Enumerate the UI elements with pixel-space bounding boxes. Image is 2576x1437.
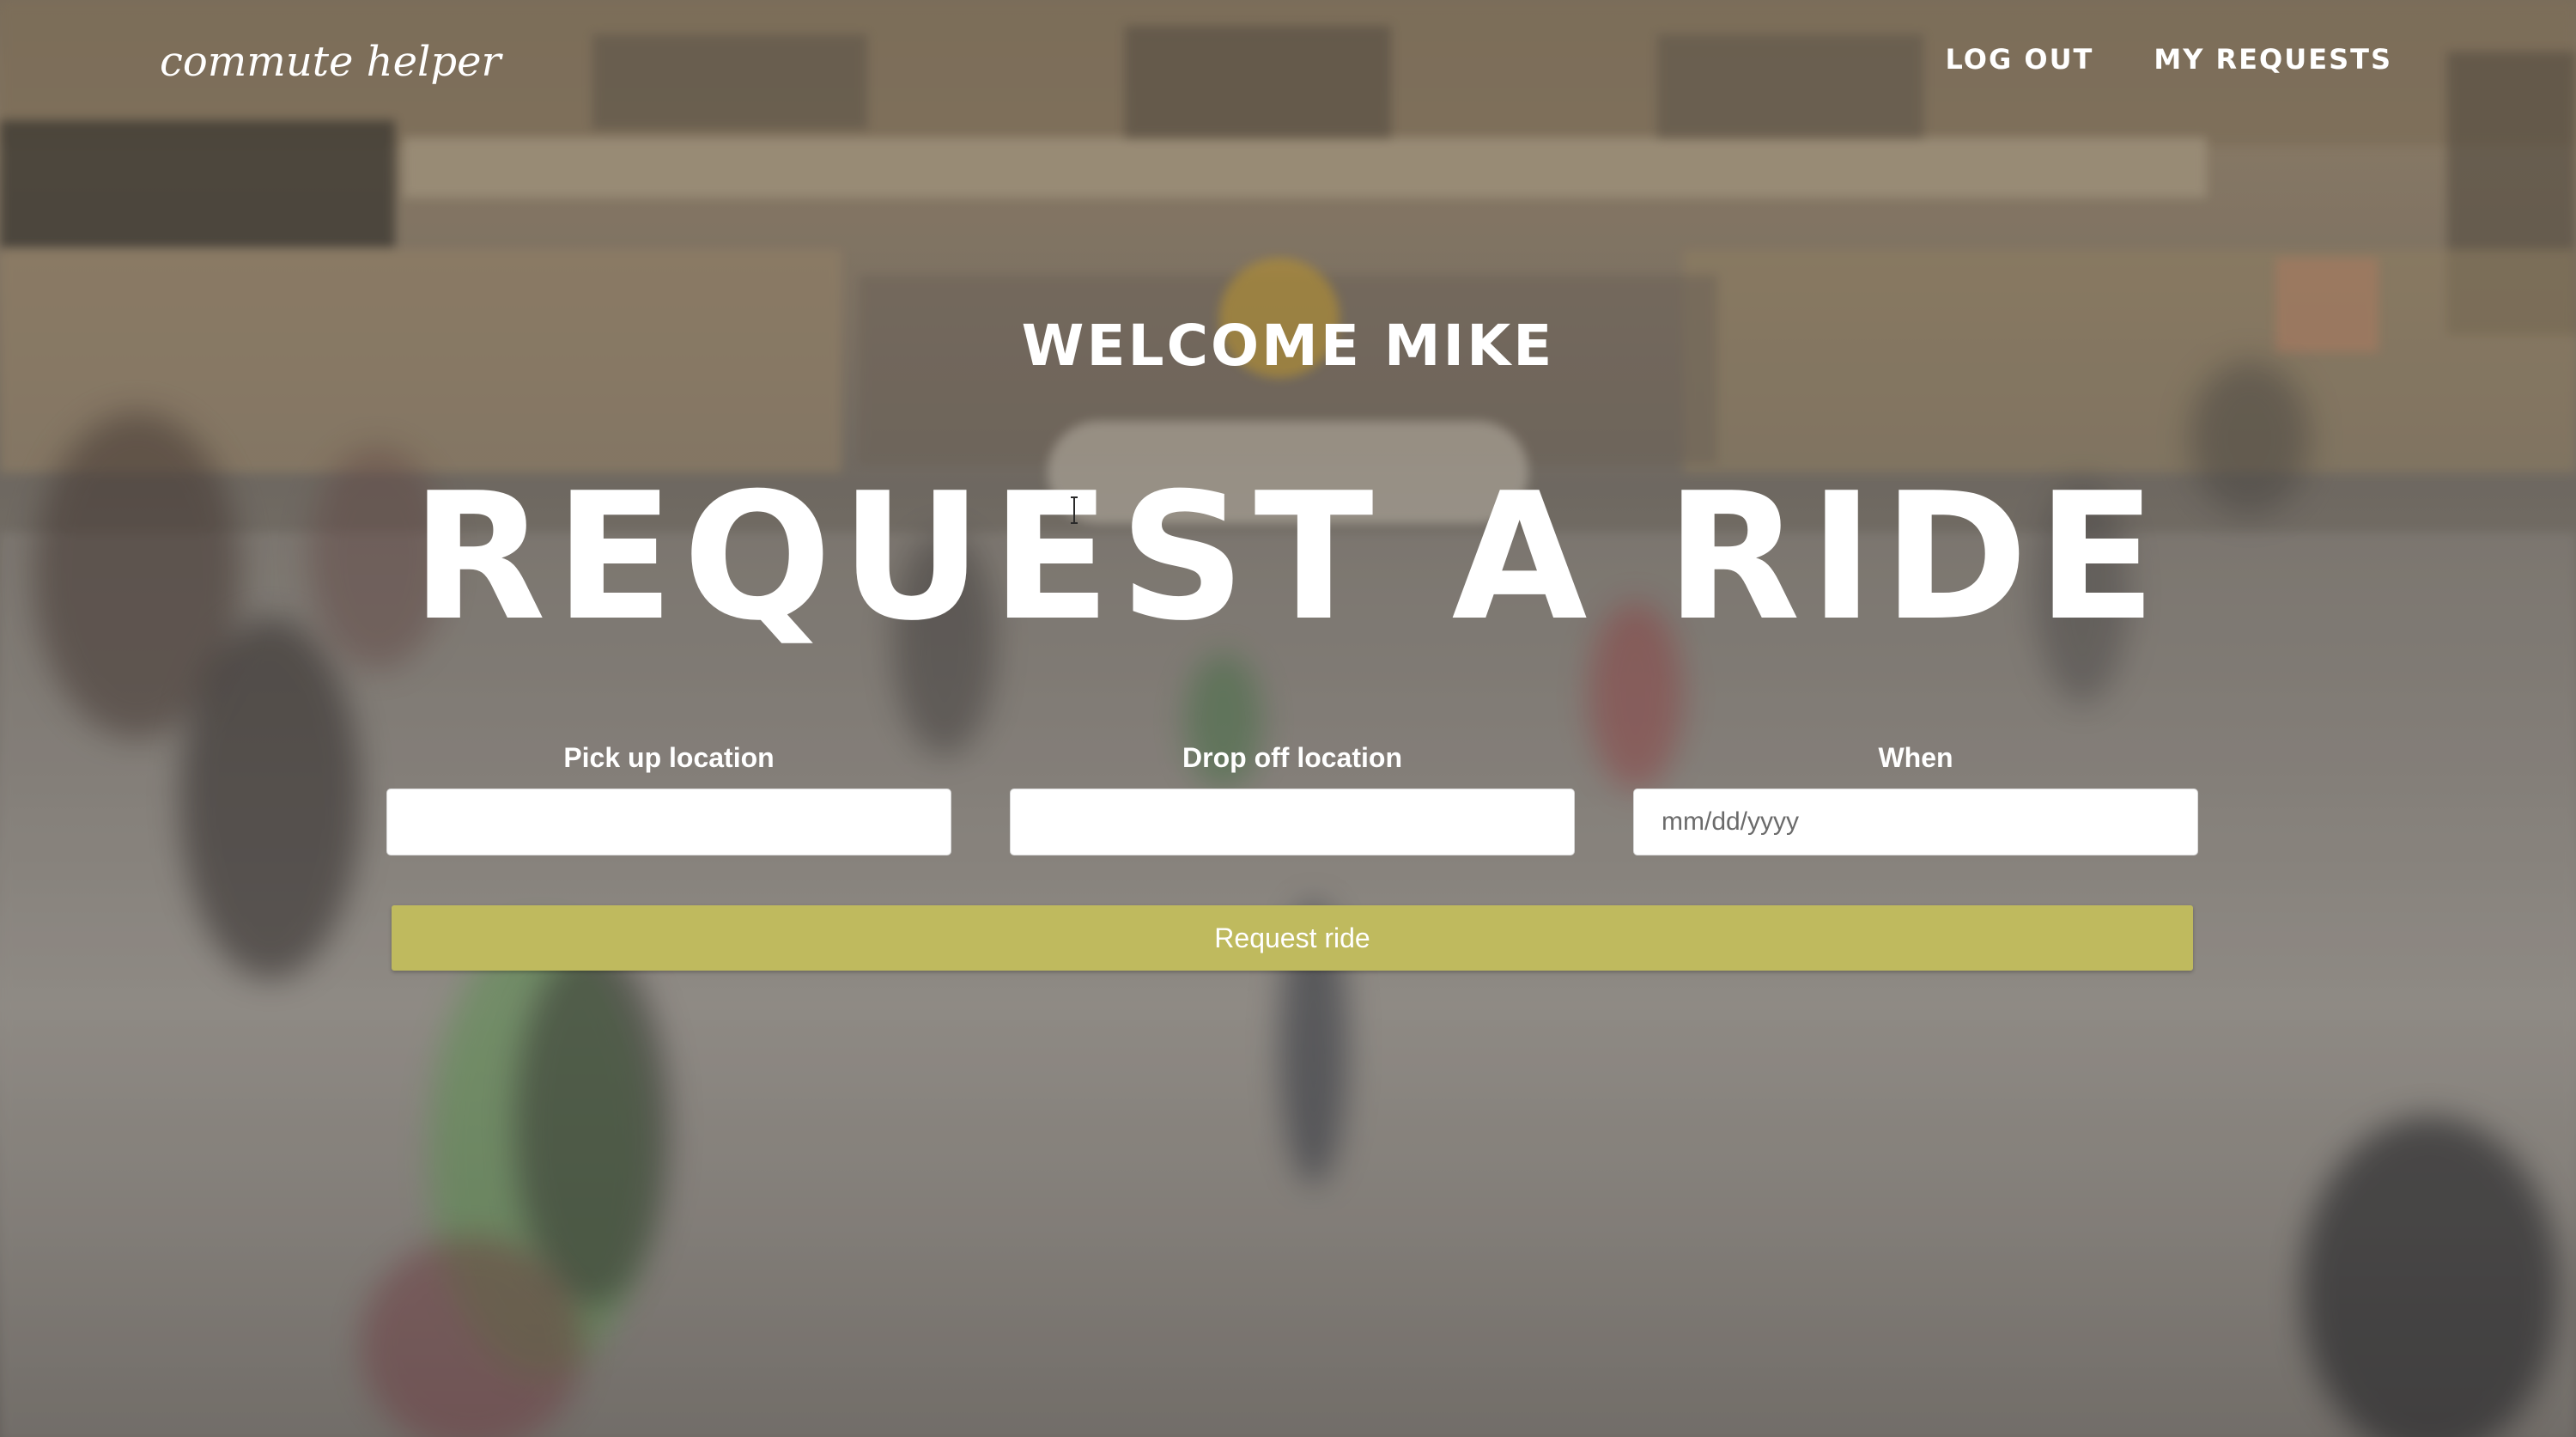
ride-request-form: Pick up location Drop off location When … xyxy=(386,740,2198,971)
request-ride-button[interactable]: Request ride xyxy=(392,905,2193,971)
when-field-group: When xyxy=(1633,740,2198,856)
form-fields: Pick up location Drop off location When xyxy=(386,740,2198,856)
my-requests-link[interactable]: MY REQUESTS xyxy=(2154,43,2392,76)
pickup-location-input[interactable] xyxy=(386,789,951,856)
background-overlay xyxy=(0,0,2576,1437)
page-title: REQUEST A RIDE xyxy=(410,456,2166,660)
pickup-field-group: Pick up location xyxy=(386,740,951,856)
pickup-label: Pick up location xyxy=(563,742,775,773)
dropoff-field-group: Drop off location xyxy=(1010,740,1575,856)
dropoff-location-input[interactable] xyxy=(1010,789,1575,856)
app-logo[interactable]: commute helper xyxy=(160,38,501,86)
background-image xyxy=(0,0,2576,1437)
date-input[interactable] xyxy=(1633,789,2198,856)
welcome-heading: WELCOME MIKE xyxy=(1021,313,1555,379)
dropoff-label: Drop off location xyxy=(1182,742,1402,773)
top-nav: LOG OUT MY REQUESTS xyxy=(1946,43,2393,76)
logout-link[interactable]: LOG OUT xyxy=(1946,43,2094,76)
text-cursor-icon xyxy=(1071,496,1078,524)
when-label: When xyxy=(1878,742,1953,773)
